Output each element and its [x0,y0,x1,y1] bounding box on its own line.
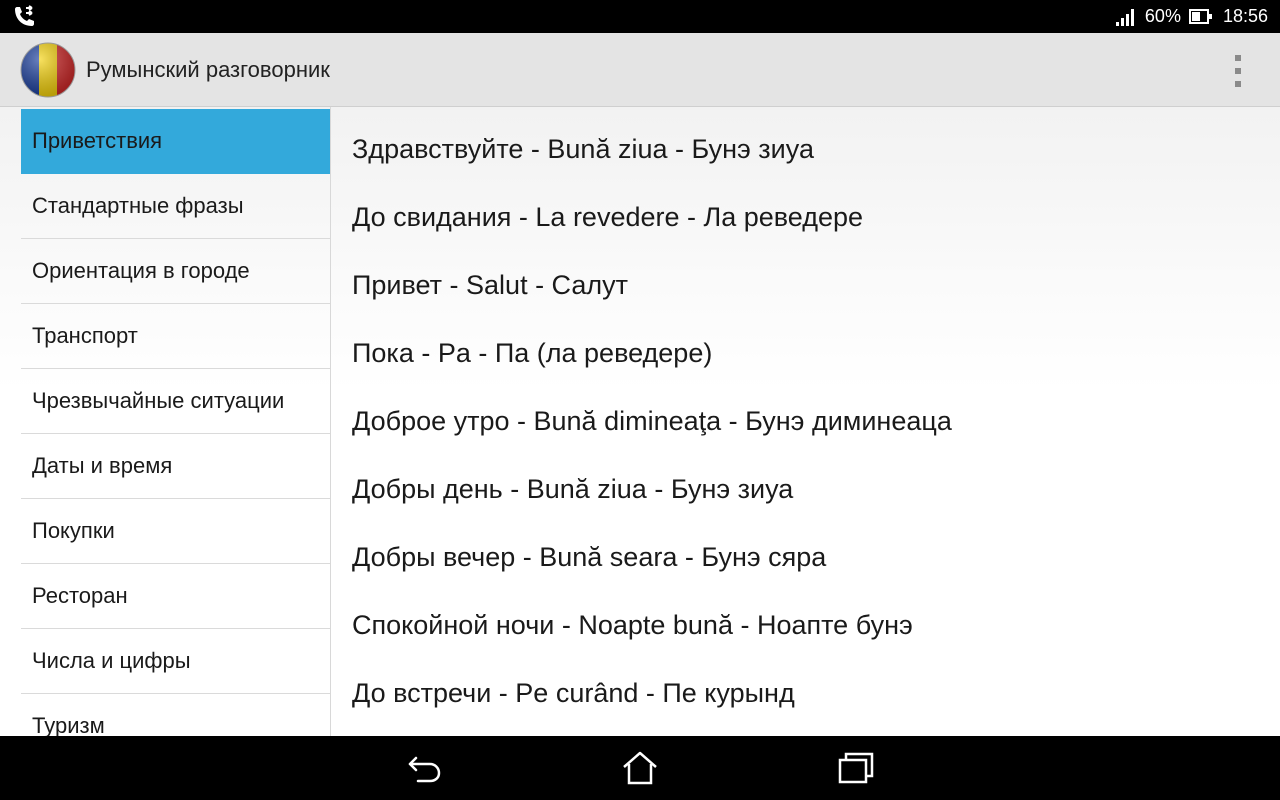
status-bar: 60% 18:56 [0,0,1280,33]
battery-icon [1188,9,1212,24]
sidebar-item[interactable]: Ресторан [21,564,330,629]
battery-percent: 60% [1144,6,1181,26]
romania-flag-logo-icon[interactable] [20,42,76,98]
sidebar-item[interactable]: Даты и время [21,434,330,499]
recents-icon[interactable] [836,748,876,788]
sidebar-item[interactable]: Транспорт [21,304,330,369]
sidebar-item[interactable]: Ориентация в городе [21,239,330,304]
sidebar-item[interactable]: Покупки [21,499,330,564]
navigation-bar [0,736,1280,800]
overflow-menu-icon[interactable] [1226,55,1250,87]
phrase-row[interactable]: До свидания - La revedere - Ла реведере [352,183,1280,251]
phrase-row[interactable]: Спокойной ночи - Noapte bună - Ноапте бу… [352,591,1280,659]
phrase-row[interactable]: Привет - Salut - Салут [352,251,1280,319]
sidebar-item[interactable]: Туризм [21,694,330,736]
action-bar: Румынский разговорник [0,33,1280,107]
phrase-row[interactable]: Здравствуйте - Bună ziua - Бунэ зиуа [352,115,1280,183]
signal-icon [1115,8,1134,26]
call-forward-icon [12,5,38,34]
category-list: Приветствия Стандартные фразы Ориентация в… [21,109,330,736]
sidebar-item[interactable]: Приветствия [21,109,330,174]
sidebar-item[interactable]: Стандартные фразы [21,174,330,239]
clock: 18:56 [1222,6,1268,26]
back-icon[interactable] [404,748,444,788]
phrase-list: Здравствуйте - Bună ziua - Бунэ зиуа До с… [352,115,1280,727]
phrase-row[interactable]: Пока - Pa - Па (ла реведере) [352,319,1280,387]
sidebar-item[interactable]: Чрезвычайные ситуации [21,369,330,434]
phrase-row[interactable]: Добры вечер - Bună seara - Бунэ сяра [352,523,1280,591]
home-icon[interactable] [620,748,660,788]
app-title: Румынский разговорник [86,57,330,82]
sidebar-item[interactable]: Числа и цифры [21,629,330,694]
phrase-row[interactable]: Доброе утро - Bună dimineaţa - Бунэ дими… [352,387,1280,455]
phrase-row[interactable]: До встречи - Pe curând - Пе курынд [352,659,1280,727]
divider [330,107,331,736]
phrase-row[interactable]: Добры день - Bună ziua - Бунэ зиуа [352,455,1280,523]
main-content: Приветствия Стандартные фразы Ориентация в… [0,107,1280,736]
